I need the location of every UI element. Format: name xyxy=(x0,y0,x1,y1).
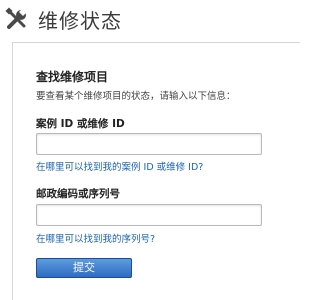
case-id-help-link[interactable]: 在哪里可以找到我的案例 ID 或维修 ID? xyxy=(36,159,203,173)
page-title: 维修状态 xyxy=(38,8,122,33)
submit-button[interactable]: 提交 xyxy=(36,258,132,278)
postal-serial-label: 邮政编码或序列号 xyxy=(36,188,120,200)
repair-status-page: 维修状态 查找维修项目 要查看某个维修项目的状态，请输入以下信息： 案例 ID … xyxy=(0,0,300,300)
section-title: 查找维修项目 xyxy=(36,70,109,84)
tools-icon xyxy=(4,6,30,32)
instructions-text: 要查看某个维修项目的状态，请输入以下信息： xyxy=(36,91,236,102)
page-header: 维修状态 xyxy=(0,0,300,38)
case-id-input[interactable] xyxy=(36,133,262,155)
postal-serial-input[interactable] xyxy=(36,204,262,226)
case-id-label: 案例 ID 或维修 ID xyxy=(36,118,125,130)
serial-help-link[interactable]: 在哪里可以找到我的序列号? xyxy=(36,231,155,245)
